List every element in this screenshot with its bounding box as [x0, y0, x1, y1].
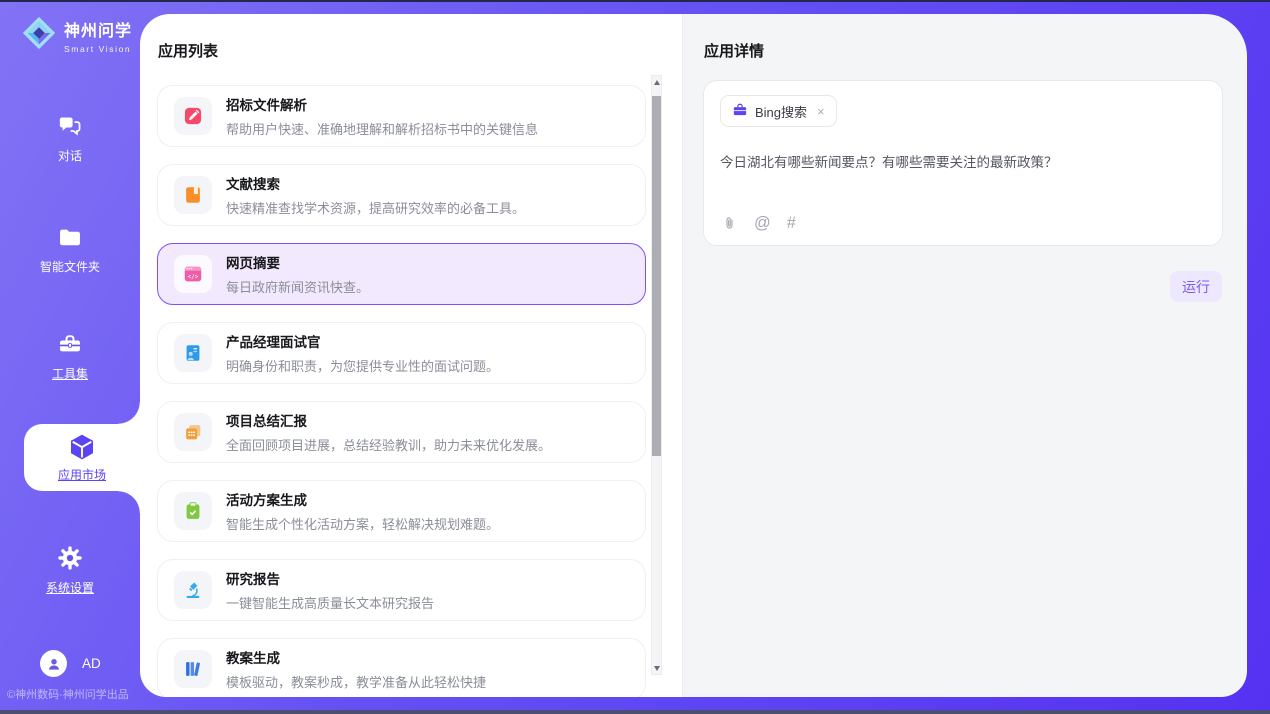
app-card-desc: 一键智能生成高质量长文本研究报告	[226, 593, 434, 612]
sidebar-item-label: 应用市场	[58, 466, 106, 483]
main-content: 应用列表 招标文件解析 帮助用户快速、准确地理解和解析招标书中的关键信息 文献搜…	[140, 14, 1247, 697]
sidebar: 神州问学 Smart Vision 对话智能文件夹工具集应用市场系统设置 AD …	[0, 2, 140, 710]
app-card-title: 活动方案生成	[226, 489, 499, 509]
tool-chip-bing-search[interactable]: Bing搜索 ×	[720, 95, 837, 127]
app-card[interactable]: 项目总结汇报 全面回顾项目进展，总结经验教训，助力未来优化发展。	[157, 401, 646, 463]
app-card-desc: 帮助用户快速、准确地理解和解析招标书中的关键信息	[226, 119, 538, 138]
tool-chip-label: Bing搜索	[755, 102, 807, 121]
app-icon-tile	[174, 97, 212, 135]
folder-icon	[57, 223, 83, 251]
app-icon-tile	[174, 334, 212, 372]
list-scrollbar[interactable]	[651, 75, 662, 675]
app-icon-tile: </>	[174, 255, 212, 293]
app-icon-tile	[174, 650, 212, 688]
user-account[interactable]: AD	[40, 650, 101, 677]
scroll-up-arrow-icon[interactable]	[652, 76, 661, 88]
app-icon-tile	[174, 176, 212, 214]
app-card-desc: 明确身份和职责，为您提供专业性的面试问题。	[226, 356, 499, 375]
notes-icon	[182, 421, 204, 443]
brand-subtitle: Smart Vision	[64, 44, 132, 54]
app-detail-panel: 应用详情 Bing搜索 × 今日湖北有哪些新闻要点？有哪些需要关注的最新政策？ …	[682, 14, 1247, 697]
sidebar-item-2[interactable]: 工具集	[0, 330, 140, 382]
app-icon-tile	[174, 492, 212, 530]
edit-icon	[182, 105, 204, 127]
books-icon	[182, 658, 204, 680]
microscope-icon	[182, 579, 204, 601]
window-top-edge	[0, 0, 1270, 2]
brand-name: 神州问学	[64, 17, 132, 41]
app-icon-tile	[174, 413, 212, 451]
active-nav-notch-top	[118, 402, 140, 424]
app-card[interactable]: 研究报告 一键智能生成高质量长文本研究报告	[157, 559, 646, 621]
chip-close-icon[interactable]: ×	[817, 104, 825, 119]
browser-icon: </>	[182, 263, 204, 285]
app-card-desc: 每日政府新闻资讯快查。	[226, 277, 369, 296]
window-bottom-edge	[0, 710, 1270, 714]
sidebar-item-label: 工具集	[52, 365, 88, 382]
run-button[interactable]: 运行	[1170, 271, 1222, 302]
app-card-title: 研究报告	[226, 568, 434, 588]
app-card[interactable]: 产品经理面试官 明确身份和职责，为您提供专业性的面试问题。	[157, 322, 646, 384]
active-nav-notch-bottom	[118, 491, 140, 513]
book-icon	[182, 184, 204, 206]
user-initials: AD	[82, 656, 101, 671]
app-card-desc: 全面回顾项目进展，总结经验教训，助力未来优化发展。	[226, 435, 551, 454]
paperclip-icon[interactable]	[721, 215, 738, 232]
app-card-title: 项目总结汇报	[226, 410, 551, 430]
app-card-title: 网页摘要	[226, 252, 369, 272]
app-detail-title: 应用详情	[704, 40, 764, 61]
app-card-desc: 模板驱动，教案秒成，教学准备从此轻松快捷	[226, 672, 486, 691]
chat-icon	[57, 112, 83, 140]
sidebar-item-label: 系统设置	[46, 579, 94, 596]
at-icon[interactable]: @	[754, 214, 771, 233]
app-icon-tile	[174, 571, 212, 609]
sidebar-item-label: 对话	[58, 147, 82, 164]
app-list: 招标文件解析 帮助用户快速、准确地理解和解析招标书中的关键信息 文献搜索 快速精…	[157, 85, 646, 697]
gear-icon	[56, 544, 84, 572]
toolbox-icon	[57, 330, 83, 358]
sidebar-item-3[interactable]: 应用市场	[24, 424, 140, 491]
sidebar-item-1[interactable]: 智能文件夹	[0, 223, 140, 275]
app-list-title: 应用列表	[158, 40, 218, 61]
user-avatar-icon	[40, 650, 67, 677]
query-text[interactable]: 今日湖北有哪些新闻要点？有哪些需要关注的最新政策？	[720, 153, 1206, 173]
app-card[interactable]: 活动方案生成 智能生成个性化活动方案，轻松解决规划难题。	[157, 480, 646, 542]
app-card-desc: 智能生成个性化活动方案，轻松解决规划难题。	[226, 514, 499, 533]
copyright-text: ©神州数码·神州问学出品	[7, 686, 129, 702]
app-card[interactable]: 文献搜索 快速精准查找学术资源，提高研究效率的必备工具。	[157, 164, 646, 226]
sidebar-item-4[interactable]: 系统设置	[0, 544, 140, 596]
cube-icon	[67, 433, 97, 461]
app-card[interactable]: </> 网页摘要 每日政府新闻资讯快查。	[157, 243, 646, 305]
svg-text:</>: </>	[188, 273, 199, 280]
person-doc-icon	[182, 342, 204, 364]
sidebar-item-label: 智能文件夹	[40, 258, 100, 275]
prompt-input-card[interactable]: Bing搜索 × 今日湖北有哪些新闻要点？有哪些需要关注的最新政策？ @#	[703, 80, 1223, 246]
app-card-title: 招标文件解析	[226, 94, 538, 114]
app-card-desc: 快速精准查找学术资源，提高研究效率的必备工具。	[226, 198, 525, 217]
brand-logo: 神州问学 Smart Vision	[20, 14, 132, 57]
diamond-logo-icon	[20, 14, 58, 57]
briefcase-icon	[732, 102, 748, 121]
clipboard-icon	[182, 500, 204, 522]
app-card-title: 文献搜索	[226, 173, 525, 193]
hash-icon[interactable]: #	[787, 214, 796, 233]
app-card[interactable]: 教案生成 模板驱动，教案秒成，教学准备从此轻松快捷	[157, 638, 646, 697]
sidebar-item-0[interactable]: 对话	[0, 112, 140, 164]
attachment-toolbar: @#	[721, 214, 796, 233]
app-card-title: 教案生成	[226, 647, 486, 667]
app-card[interactable]: 招标文件解析 帮助用户快速、准确地理解和解析招标书中的关键信息	[157, 85, 646, 147]
app-list-panel: 应用列表 招标文件解析 帮助用户快速、准确地理解和解析招标书中的关键信息 文献搜…	[140, 14, 682, 697]
app-card-title: 产品经理面试官	[226, 331, 499, 351]
scrollbar-thumb[interactable]	[652, 96, 661, 456]
scroll-down-arrow-icon[interactable]	[652, 662, 661, 674]
